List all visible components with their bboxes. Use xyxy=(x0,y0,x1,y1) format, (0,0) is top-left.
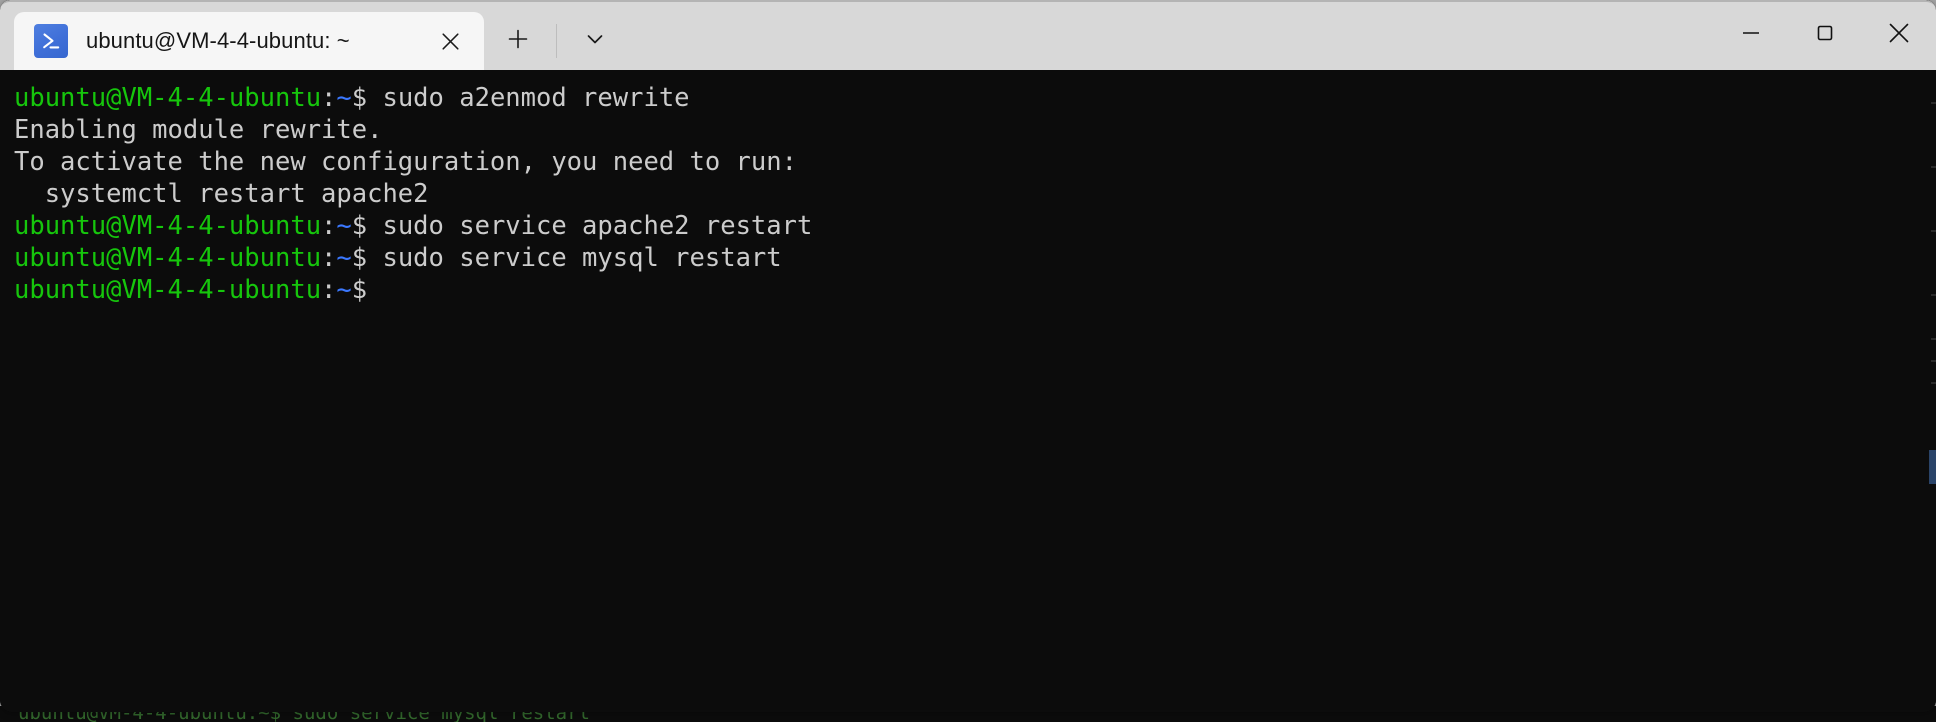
prompt-sigil: $ xyxy=(351,83,368,113)
scrollbar-thumb[interactable] xyxy=(1929,450,1936,484)
terminal-output-line: To activate the new configuration, you n… xyxy=(14,146,1936,178)
tab-ubuntu-session[interactable]: ubuntu@VM-4-4-ubuntu: ~ xyxy=(14,12,484,70)
prompt-user-host: ubuntu@VM-4-4-ubuntu xyxy=(14,243,322,273)
prompt-colon: : xyxy=(321,275,337,305)
titlebar-drag-area xyxy=(623,0,1714,70)
close-window-button[interactable] xyxy=(1862,0,1936,70)
terminal-prompt-line: ubuntu@VM-4-4-ubuntu:~$ sudo service apa… xyxy=(14,210,1936,242)
new-tab-button[interactable] xyxy=(490,12,546,70)
terminal-prompt-line: ubuntu@VM-4-4-ubuntu:~$ sudo service mys… xyxy=(14,242,1936,274)
tab-dropdown-button[interactable] xyxy=(567,12,623,70)
terminal-output-text: Enabling module rewrite. xyxy=(14,115,383,145)
prompt-path: ~ xyxy=(336,275,352,305)
terminal-scrollbar[interactable] xyxy=(1929,70,1936,712)
terminal-command: sudo service apache2 restart xyxy=(367,211,813,241)
maximize-button[interactable] xyxy=(1788,0,1862,70)
prompt-sigil: $ xyxy=(351,275,368,305)
powershell-icon xyxy=(34,24,68,58)
close-icon xyxy=(1885,19,1913,52)
close-tab-icon[interactable] xyxy=(430,21,470,61)
terminal-prompt-line: ubuntu@VM-4-4-ubuntu:~$ xyxy=(14,274,1936,306)
prompt-user-host: ubuntu@VM-4-4-ubuntu xyxy=(14,83,322,113)
minimize-icon xyxy=(1738,20,1764,51)
title-bar: ubuntu@VM-4-4-ubuntu: ~ xyxy=(0,0,1936,70)
terminal-output-line: systemctl restart apache2 xyxy=(14,178,1936,210)
prompt-colon: : xyxy=(321,211,337,241)
prompt-user-host: ubuntu@VM-4-4-ubuntu xyxy=(14,275,322,305)
chevron-down-icon xyxy=(583,27,607,56)
prompt-path: ~ xyxy=(336,83,352,113)
prompt-user-host: ubuntu@VM-4-4-ubuntu xyxy=(14,211,322,241)
prompt-path: ~ xyxy=(336,211,352,241)
desktop-background: ubuntu@VM-4-4-ubuntu:~$ sudo service mys… xyxy=(0,0,1936,722)
prompt-sigil: $ xyxy=(351,243,368,273)
terminal-command: sudo service mysql restart xyxy=(367,243,782,273)
window-controls xyxy=(1714,0,1936,70)
terminal-prompt-line: ubuntu@VM-4-4-ubuntu:~$ sudo a2enmod rew… xyxy=(14,82,1936,114)
tabstrip-divider xyxy=(556,24,557,58)
terminal-window: ubuntu@VM-4-4-ubuntu: ~ ubuntu@VM-4-4-ub… xyxy=(0,0,1936,712)
prompt-colon: : xyxy=(321,243,337,273)
terminal-output-text: To activate the new configuration, you n… xyxy=(14,147,797,177)
minimize-button[interactable] xyxy=(1714,0,1788,70)
prompt-sigil: $ xyxy=(351,211,368,241)
plus-icon xyxy=(506,27,530,56)
terminal-output-area[interactable]: ubuntu@VM-4-4-ubuntu:~$ sudo a2enmod rew… xyxy=(0,70,1936,712)
maximize-icon xyxy=(1812,20,1838,51)
tab-strip: ubuntu@VM-4-4-ubuntu: ~ xyxy=(0,0,623,70)
tab-title: ubuntu@VM-4-4-ubuntu: ~ xyxy=(86,28,350,53)
prompt-path: ~ xyxy=(336,243,352,273)
terminal-output-line: Enabling module rewrite. xyxy=(14,114,1936,146)
prompt-colon: : xyxy=(321,83,337,113)
terminal-lines: ubuntu@VM-4-4-ubuntu:~$ sudo a2enmod rew… xyxy=(14,82,1936,306)
terminal-command: sudo a2enmod rewrite xyxy=(367,83,690,113)
terminal-output-text: systemctl restart apache2 xyxy=(14,179,429,209)
